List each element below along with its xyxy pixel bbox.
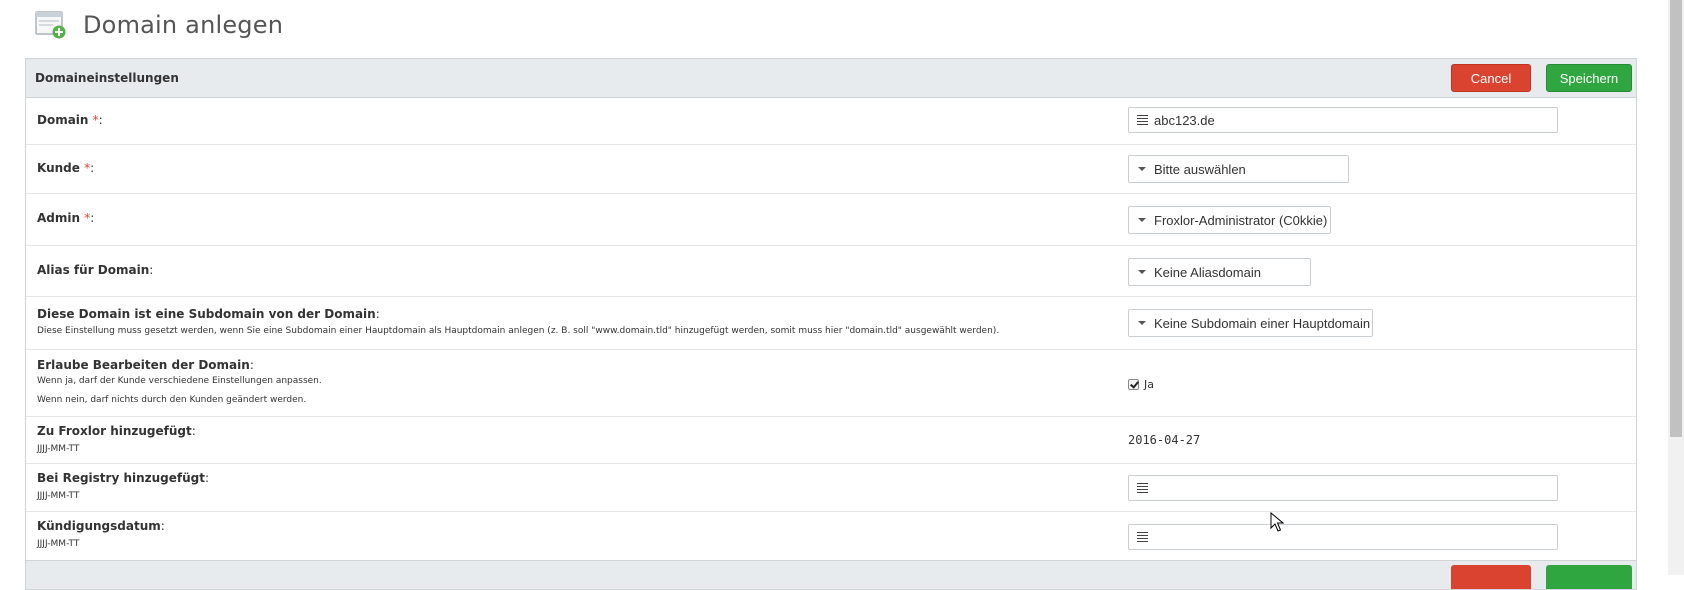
admin-label-text: Admin <box>37 211 81 225</box>
label-colon: : <box>98 113 103 127</box>
edit-allowed-label-text: Erlaube Bearbeiten der Domain <box>37 358 250 372</box>
panel-heading: Domaineinstellungen Cancel Speichern <box>26 59 1636 98</box>
caret-down-icon <box>1138 270 1146 274</box>
edit-allowed-checkbox-label[interactable]: Ja <box>1144 378 1154 391</box>
edit-allowed-checkbox-group[interactable]: Ja <box>1128 378 1154 391</box>
mouse-pointer-icon <box>1270 511 1285 536</box>
caret-down-icon <box>1138 167 1146 171</box>
row-subdomain: Diese Domain ist eine Subdomain von der … <box>26 297 1636 350</box>
termination-label-text: Kündigungsdatum <box>37 519 161 533</box>
row-edit-allowed: Erlaube Bearbeiten der Domain: Wenn ja, … <box>26 350 1636 417</box>
page-title: Domain anlegen <box>83 11 284 39</box>
domain-input[interactable]: abc123.de <box>1128 107 1558 133</box>
label-colon: : <box>160 519 165 533</box>
kunde-select[interactable]: Bitte auswählen <box>1128 155 1349 183</box>
subdomain-label-text: Diese Domain ist eine Subdomain von der … <box>37 307 376 321</box>
subdomain-select[interactable]: Keine Subdomain einer Hauptdomain <box>1128 309 1373 337</box>
row-alias: Alias für Domain: Keine Aliasdomain <box>26 246 1636 297</box>
date-format-hint: JJJJ-MM-TT <box>37 444 80 454</box>
kunde-select-value: Bitte auswählen <box>1154 161 1246 177</box>
domain-label: Domain *: <box>37 113 103 127</box>
subdomain-description: Diese Einstellung muss gesetzt werden, w… <box>37 326 1000 336</box>
domain-label-text: Domain <box>37 113 89 127</box>
label-colon: : <box>191 424 196 438</box>
date-format-hint: JJJJ-MM-TT <box>37 539 80 549</box>
lines-icon <box>1137 483 1148 493</box>
panel-footer <box>26 561 1636 589</box>
added-registry-input[interactable] <box>1128 475 1558 501</box>
admin-label: Admin *: <box>37 211 94 225</box>
added-froxlor-label: Zu Froxlor hinzugefügt: <box>37 424 196 438</box>
admin-select[interactable]: Froxlor-Administrator (C0kkie) <box>1128 206 1331 234</box>
termination-input[interactable] <box>1128 524 1558 550</box>
alias-label-text: Alias für Domain <box>37 263 150 277</box>
kunde-label-text: Kunde <box>37 161 80 175</box>
added-registry-label: Bei Registry hinzugefügt: <box>37 471 209 485</box>
lines-icon <box>1137 115 1148 125</box>
footer-save-button[interactable] <box>1546 565 1632 589</box>
label-colon: : <box>375 307 380 321</box>
alias-select-value: Keine Aliasdomain <box>1154 264 1261 280</box>
edit-allowed-checkbox[interactable] <box>1128 379 1139 390</box>
edit-allowed-label: Erlaube Bearbeiten der Domain: <box>37 358 254 372</box>
row-kunde: Kunde *: Bitte auswählen <box>26 145 1636 194</box>
panel-title: Domaineinstellungen <box>35 71 179 85</box>
subdomain-label: Diese Domain ist eine Subdomain von der … <box>37 307 380 321</box>
label-colon: : <box>90 211 95 225</box>
row-domain: Domain *: abc123.de <box>26 98 1636 145</box>
added-froxlor-label-text: Zu Froxlor hinzugefügt <box>37 424 192 438</box>
added-froxlor-value: 2016-04-27 <box>1128 433 1201 447</box>
row-added-froxlor: Zu Froxlor hinzugefügt: JJJJ-MM-TT 2016-… <box>26 417 1636 464</box>
label-colon: : <box>205 471 210 485</box>
subdomain-select-value: Keine Subdomain einer Hauptdomain <box>1154 315 1371 331</box>
row-admin: Admin *: Froxlor-Administrator (C0kkie) <box>26 194 1636 246</box>
alias-select[interactable]: Keine Aliasdomain <box>1128 258 1311 286</box>
page-header: Domain anlegen <box>35 5 283 45</box>
termination-label: Kündigungsdatum: <box>37 519 165 533</box>
admin-select-value: Froxlor-Administrator (C0kkie) <box>1154 212 1328 228</box>
added-registry-label-text: Bei Registry hinzugefügt <box>37 471 205 485</box>
save-button[interactable]: Speichern <box>1546 64 1632 92</box>
window-add-icon <box>35 10 67 40</box>
cancel-button[interactable]: Cancel <box>1451 64 1531 92</box>
row-added-registry: Bei Registry hinzugefügt: JJJJ-MM-TT <box>26 464 1636 512</box>
date-format-hint: JJJJ-MM-TT <box>37 491 80 501</box>
domain-settings-panel: Domaineinstellungen Cancel Speichern Dom… <box>25 58 1637 590</box>
scrollbar-thumb[interactable] <box>1670 0 1682 437</box>
edit-allowed-desc-no: Wenn nein, darf nichts durch den Kunden … <box>37 395 307 405</box>
edit-allowed-desc-yes: Wenn ja, darf der Kunde verschiedene Ein… <box>37 376 322 386</box>
alias-label: Alias für Domain: <box>37 263 153 277</box>
caret-down-icon <box>1138 218 1146 222</box>
kunde-label: Kunde *: <box>37 161 94 175</box>
caret-down-icon <box>1138 321 1146 325</box>
footer-cancel-button[interactable] <box>1451 565 1531 589</box>
label-colon: : <box>249 358 254 372</box>
domain-input-value: abc123.de <box>1154 112 1215 128</box>
label-colon: : <box>90 161 95 175</box>
label-colon: : <box>149 263 154 277</box>
lines-icon <box>1137 532 1148 542</box>
row-termination: Kündigungsdatum: JJJJ-MM-TT <box>26 512 1636 561</box>
